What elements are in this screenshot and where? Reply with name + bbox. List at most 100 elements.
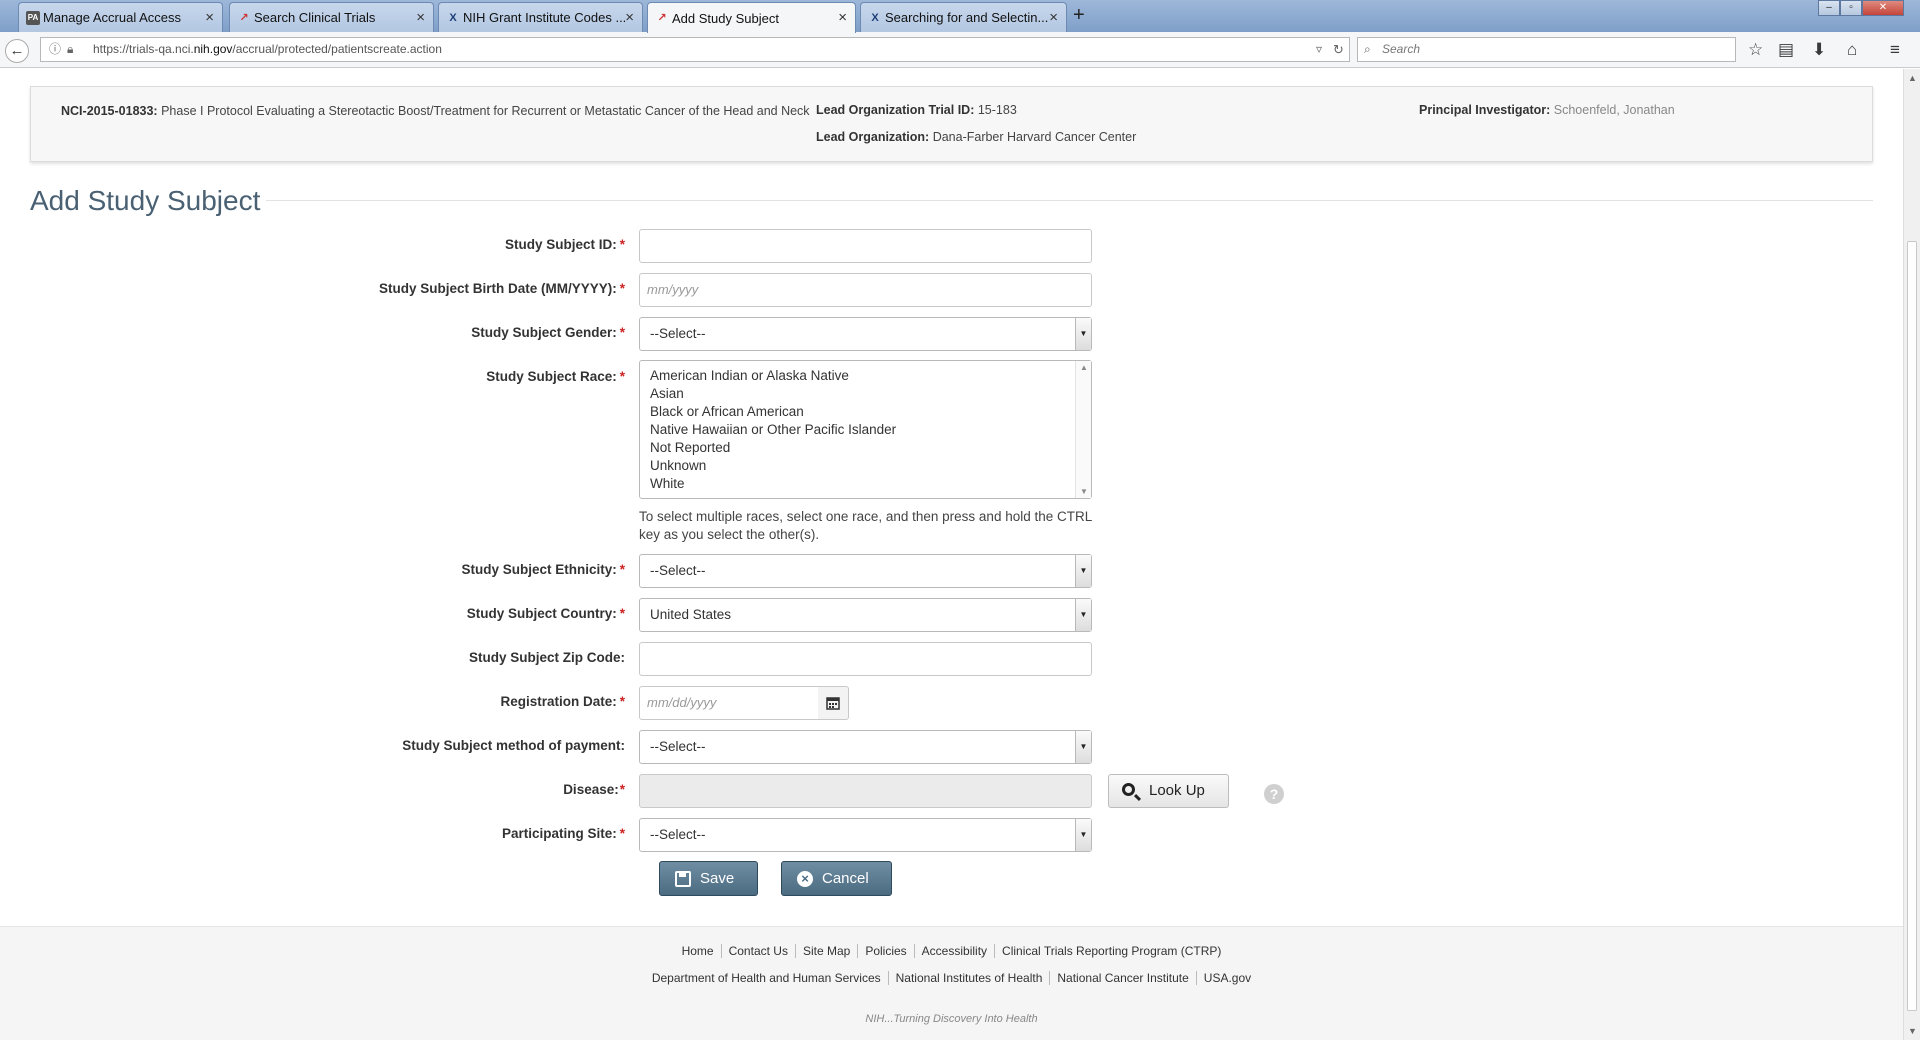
birth-date-label: Study Subject Birth Date (MM/YYYY): * — [379, 281, 625, 296]
payment-method-select[interactable]: --Select-- ▼ — [639, 730, 1092, 764]
bookmark-star-icon[interactable]: ☆ — [1748, 40, 1763, 60]
required-asterisk: * — [619, 694, 625, 709]
tab-label: Manage Accrual Access — [43, 10, 182, 25]
lock-icon: 🔒︎ — [67, 42, 74, 56]
footer-link-hhs[interactable]: Department of Health and Human Services — [645, 971, 888, 985]
close-icon[interactable]: × — [205, 9, 214, 26]
participating-site-select[interactable]: --Select-- ▼ — [639, 818, 1092, 852]
race-list-scrollbar[interactable]: ▲ ▼ — [1075, 361, 1091, 498]
country-selected-value: United States — [650, 607, 732, 622]
maximize-icon[interactable]: ▫ — [1840, 0, 1862, 16]
calendar-icon — [826, 697, 840, 710]
browser-nav-bar: ← ⓘ 🔒︎ https://trials-qa.nci.nih.gov/acc… — [0, 32, 1920, 68]
zip-code-label: Study Subject Zip Code: — [469, 650, 625, 665]
race-option[interactable]: Unknown — [650, 457, 1091, 475]
address-bar[interactable]: ⓘ 🔒︎ https://trials-qa.nci.nih.gov/accru… — [40, 37, 1350, 62]
trial-title: NCI-2015-01833: Phase I Protocol Evaluat… — [61, 103, 811, 120]
close-icon[interactable]: × — [838, 9, 847, 26]
close-icon[interactable]: × — [625, 9, 634, 26]
trial-title-text: Phase I Protocol Evaluating a Stereotact… — [161, 104, 810, 118]
tab-searching-selecting[interactable]: X Searching for and Selectin... × — [860, 2, 1067, 32]
label-text: Study Subject Birth Date (MM/YYYY): — [378, 281, 617, 296]
registration-date-input[interactable]: mm/dd/yyyy — [639, 686, 819, 720]
tab-label: Searching for and Selectin... — [885, 10, 1049, 25]
cancel-x-circle-icon: × — [797, 871, 813, 887]
reload-icon[interactable]: ↻ — [1333, 38, 1344, 61]
principal-investigator-value: Schoenfeld, Jonathan — [1553, 103, 1675, 117]
required-asterisk: * — [619, 782, 625, 797]
scroll-up-arrow-icon[interactable]: ▲ — [1908, 73, 1917, 83]
footer-link-home[interactable]: Home — [675, 944, 721, 958]
race-option[interactable]: American Indian or Alaska Native — [650, 367, 1091, 385]
trial-summary-box: NCI-2015-01833: Phase I Protocol Evaluat… — [30, 86, 1873, 162]
close-icon[interactable]: × — [416, 9, 425, 26]
footer-link-ctrp[interactable]: Clinical Trials Reporting Program (CTRP) — [994, 944, 1229, 958]
footer-link-usa-gov[interactable]: USA.gov — [1195, 971, 1259, 985]
tab-add-study-subject[interactable]: ↗ Add Study Subject × — [647, 2, 856, 33]
tab-manage-accrual-access[interactable]: PA Manage Accrual Access × — [18, 2, 223, 32]
scroll-down-arrow-icon[interactable]: ▼ — [1908, 1026, 1917, 1036]
tab-nih-grant-codes[interactable]: X NIH Grant Institute Codes ... × — [438, 2, 643, 32]
window-close-icon[interactable]: ✕ — [1862, 0, 1904, 16]
new-tab-plus-icon[interactable]: + — [1073, 4, 1085, 27]
dropdown-arrow-icon[interactable]: ▼ — [1075, 318, 1091, 350]
reading-list-icon[interactable]: ▤ — [1778, 40, 1794, 60]
site-identity-icon[interactable]: ⓘ — [49, 38, 61, 61]
footer-link-nih[interactable]: National Institutes of Health — [887, 971, 1050, 985]
cancel-button[interactable]: × Cancel — [781, 861, 892, 896]
footer-link-contact[interactable]: Contact Us — [720, 944, 795, 958]
participating-site-label: Participating Site: * — [502, 826, 625, 841]
dropdown-arrow-icon[interactable]: ▼ — [1075, 555, 1091, 587]
race-option[interactable]: Black or African American — [650, 403, 1091, 421]
dropdown-arrow-icon[interactable]: ▿ — [1316, 38, 1322, 61]
back-arrow-icon[interactable]: ← — [5, 39, 29, 63]
footer-link-accessibility[interactable]: Accessibility — [913, 944, 995, 958]
footer-link-nci[interactable]: National Cancer Institute — [1049, 971, 1196, 985]
search-icon — [1122, 783, 1135, 796]
url-path: /accrual/protected/patientscreate.action — [232, 42, 442, 56]
look-up-button[interactable]: Look Up — [1108, 774, 1229, 808]
dropdown-arrow-icon[interactable]: ▼ — [1075, 731, 1091, 763]
browser-search-input[interactable]: ⌕ Search — [1357, 37, 1736, 62]
scroll-up-arrow-icon[interactable]: ▲ — [1080, 363, 1088, 372]
race-multiselect[interactable]: American Indian or Alaska Native Asian B… — [639, 360, 1092, 499]
save-button[interactable]: Save — [659, 861, 758, 896]
required-asterisk: * — [619, 606, 625, 621]
race-option[interactable]: Not Reported — [650, 439, 1091, 457]
label-text: Study Subject method of payment: — [402, 738, 625, 753]
footer-link-policies[interactable]: Policies — [857, 944, 914, 958]
url-host: nih.gov — [193, 42, 233, 56]
footer-link-site-map[interactable]: Site Map — [794, 944, 858, 958]
race-option[interactable]: Asian — [650, 385, 1091, 403]
gender-select[interactable]: --Select-- ▼ — [639, 317, 1092, 351]
ethnicity-select[interactable]: --Select-- ▼ — [639, 554, 1092, 588]
dropdown-arrow-icon[interactable]: ▼ — [1075, 599, 1091, 631]
tab-label: Add Study Subject — [672, 10, 779, 26]
scrollbar-thumb[interactable] — [1907, 241, 1917, 1011]
download-icon[interactable]: ⬇ — [1812, 40, 1826, 60]
footer-links-primary: Home Contact Us Site Map Policies Accessibil… — [0, 944, 1903, 958]
trial-id-label: NCI-2015-01833: — [61, 104, 158, 118]
tab-search-clinical-trials[interactable]: ↗ Search Clinical Trials × — [229, 2, 434, 32]
birth-date-input[interactable]: mm/yyyy — [639, 273, 1092, 307]
calendar-button[interactable] — [818, 686, 849, 720]
nih-x-icon: X — [449, 12, 457, 24]
dropdown-arrow-icon[interactable]: ▼ — [1075, 819, 1091, 851]
home-icon[interactable]: ⌂ — [1847, 40, 1857, 60]
site-selected-value: --Select-- — [650, 827, 706, 842]
country-select[interactable]: United States ▼ — [639, 598, 1092, 632]
required-asterisk: * — [619, 562, 625, 577]
subject-id-input[interactable] — [639, 229, 1092, 263]
minimize-icon[interactable]: – — [1818, 0, 1840, 16]
zip-code-input[interactable] — [639, 642, 1092, 676]
close-icon[interactable]: × — [1049, 9, 1058, 26]
race-option[interactable]: White — [650, 475, 1091, 493]
required-asterisk: * — [619, 325, 625, 340]
chart-icon: ↗ — [657, 12, 667, 24]
race-option[interactable]: Native Hawaiian or Other Pacific Islande… — [650, 421, 1091, 439]
page-scrollbar[interactable]: ▲ ▼ — [1903, 69, 1920, 1040]
menu-hamburger-icon[interactable]: ≡ — [1890, 40, 1900, 60]
help-icon[interactable]: ? — [1264, 784, 1284, 804]
scroll-down-arrow-icon[interactable]: ▼ — [1080, 487, 1088, 496]
label-text: Disease: — [563, 782, 619, 797]
